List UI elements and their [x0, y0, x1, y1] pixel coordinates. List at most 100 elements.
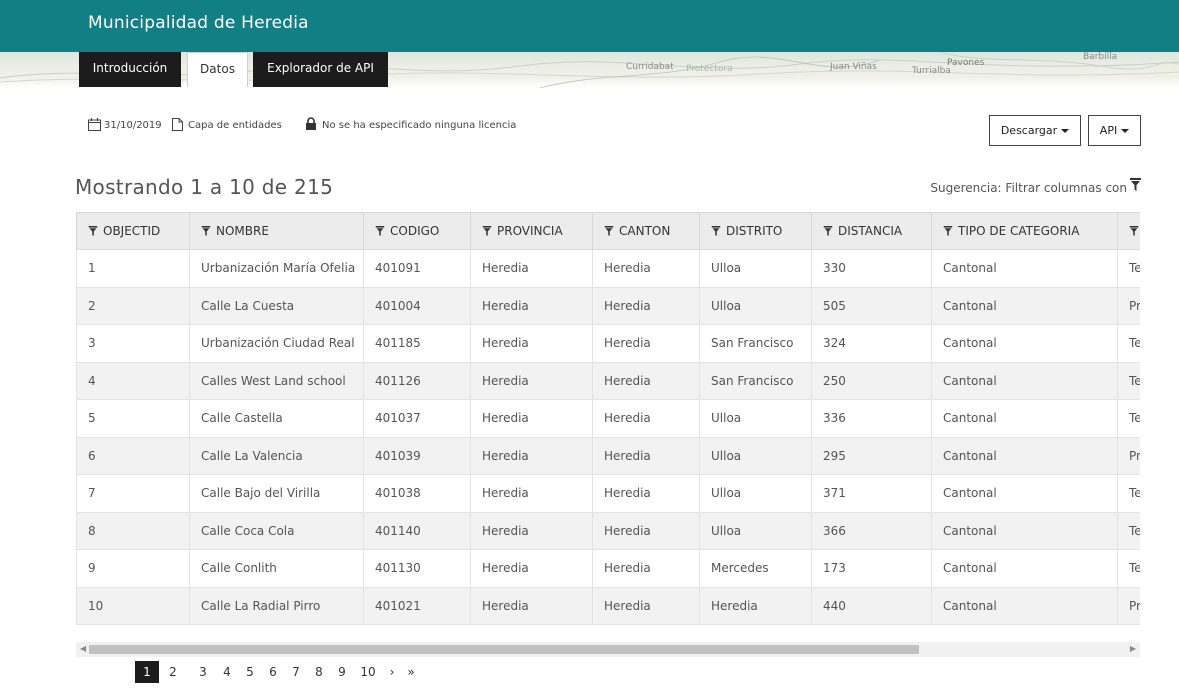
scroll-left-icon[interactable]: ◀: [80, 644, 86, 653]
cell-j: Terc: [1117, 324, 1140, 363]
page-link[interactable]: 7: [291, 661, 301, 683]
table-row[interactable]: 9 Calle Conlith 401130 Heredia Heredia Merced…: [76, 549, 1140, 588]
page-link[interactable]: 6: [268, 661, 278, 683]
map-label: Barbilla: [1083, 52, 1118, 62]
cell-distrito: Ulloa: [699, 511, 812, 550]
site-header: Municipalidad de Heredia: [0, 0, 1179, 52]
table-row[interactable]: 4 Calles West Land school 401126 Heredia Her…: [76, 361, 1140, 400]
page-link[interactable]: 4: [222, 661, 232, 683]
cell-provincia: Heredia: [470, 586, 593, 625]
column-header-label: PROVINCIA: [497, 224, 563, 238]
filter-icon[interactable]: [375, 226, 385, 236]
cell-provincia: Heredia: [470, 511, 593, 550]
column-header-label: OBJECTID: [103, 224, 161, 238]
column-header-label: TIPO DE CATEGORIA: [958, 224, 1080, 238]
cell-tipo-categoria: Cantonal: [931, 361, 1118, 400]
filter-icon[interactable]: [604, 226, 614, 236]
table-row[interactable]: 1 Urbanización María Ofelia 401091 Heredia H…: [76, 249, 1140, 288]
download-button[interactable]: Descargar: [989, 115, 1081, 146]
api-button-label: API: [1099, 124, 1118, 137]
api-button[interactable]: API: [1088, 115, 1141, 146]
cell-canton: Heredia: [592, 511, 700, 550]
table-row[interactable]: 8 Calle Coca Cola 401140 Heredia Heredia Ullo…: [76, 511, 1140, 550]
cell-nombre: Calle Coca Cola: [189, 511, 364, 550]
cell-nombre: Calle Bajo del Virilla: [189, 474, 364, 513]
last-page-link[interactable]: »: [406, 661, 416, 683]
column-header[interactable]: TIPO DE CATEGORIA: [931, 212, 1118, 250]
tab-introduccion[interactable]: Introducción: [79, 52, 181, 87]
filter-icon[interactable]: [88, 226, 98, 236]
filter-icon[interactable]: [201, 226, 211, 236]
cell-distrito: San Francisco: [699, 361, 812, 400]
table-row[interactable]: 6 Calle La Valencia 401039 Heredia Heredia Ul…: [76, 436, 1140, 475]
table-row[interactable]: 5 Calle Castella 401037 Heredia Heredia Ulloa…: [76, 399, 1140, 438]
cell-j: Prim: [1117, 286, 1140, 325]
results-count: Mostrando 1 a 10 de 215: [75, 175, 334, 199]
page-link[interactable]: 8: [314, 661, 324, 683]
cell-objectid: 3: [76, 324, 190, 363]
cell-j: Prim: [1117, 436, 1140, 475]
cell-codigo: 401140: [363, 511, 471, 550]
tab-explorador-api[interactable]: Explorador de API: [253, 52, 388, 87]
column-header[interactable]: CODIGO: [363, 212, 471, 250]
column-header[interactable]: DISTANCIA: [811, 212, 932, 250]
cell-objectid: 2: [76, 286, 190, 325]
table-row[interactable]: 2 Calle La Cuesta 401004 Heredia Heredia Ullo…: [76, 286, 1140, 325]
meta-license: No se ha especificado ninguna licencia: [322, 120, 517, 131]
column-header[interactable]: J: [1117, 212, 1140, 250]
next-page-link[interactable]: ›: [387, 661, 397, 683]
cell-provincia: Heredia: [470, 324, 593, 363]
cell-tipo-categoria: Cantonal: [931, 474, 1118, 513]
cell-canton: Heredia: [592, 474, 700, 513]
horizontal-scrollbar[interactable]: ◀ ▶: [76, 642, 1140, 657]
cell-j: Prim: [1117, 586, 1140, 625]
cell-objectid: 10: [76, 586, 190, 625]
cell-distancia: 366: [811, 511, 932, 550]
page-link[interactable]: 2: [168, 661, 178, 683]
site-title[interactable]: Municipalidad de Heredia: [88, 13, 309, 33]
cell-canton: Heredia: [592, 286, 700, 325]
column-header-label: DISTANCIA: [838, 224, 903, 238]
lock-icon: [306, 117, 316, 130]
table-row[interactable]: 7 Calle Bajo del Virilla 401038 Heredia Here…: [76, 474, 1140, 513]
cell-nombre: Calle Conlith: [189, 549, 364, 588]
filter-icon[interactable]: [482, 226, 492, 236]
cell-j: Terc: [1117, 549, 1140, 588]
filter-icon[interactable]: [823, 226, 833, 236]
page-link[interactable]: 5: [245, 661, 255, 683]
table-row[interactable]: 3 Urbanización Ciudad Real 401185 Heredia He…: [76, 324, 1140, 363]
filter-icon: [1130, 178, 1141, 191]
filter-icon[interactable]: [711, 226, 721, 236]
cell-tipo-categoria: Cantonal: [931, 511, 1118, 550]
calendar-icon: [88, 118, 101, 131]
cell-distrito: Ulloa: [699, 286, 812, 325]
scroll-right-icon[interactable]: ▶: [1130, 644, 1136, 653]
column-header[interactable]: PROVINCIA: [470, 212, 593, 250]
page-link-current[interactable]: 1: [135, 661, 159, 683]
cell-canton: Heredia: [592, 399, 700, 438]
cell-tipo-categoria: Cantonal: [931, 249, 1118, 288]
cell-j: Terc: [1117, 361, 1140, 400]
cell-canton: Heredia: [592, 586, 700, 625]
table-row[interactable]: 10 Calle La Radial Pirro 401021 Heredia Here…: [76, 586, 1140, 625]
map-label: Protectora: [686, 64, 733, 74]
data-table: OBJECTID NOMBRE CODIGO PROVINCIA CANTON …: [76, 212, 1140, 625]
cell-objectid: 1: [76, 249, 190, 288]
column-header[interactable]: OBJECTID: [76, 212, 190, 250]
cell-provincia: Heredia: [470, 436, 593, 475]
filter-icon[interactable]: [1129, 226, 1139, 236]
scrollbar-thumb[interactable]: [89, 645, 919, 654]
column-header[interactable]: DISTRITO: [699, 212, 812, 250]
tab-datos[interactable]: Datos: [187, 52, 248, 87]
cell-distrito: Ulloa: [699, 474, 812, 513]
cell-codigo: 401039: [363, 436, 471, 475]
column-header-label: NOMBRE: [216, 224, 269, 238]
column-header[interactable]: NOMBRE: [189, 212, 364, 250]
column-header[interactable]: CANTON: [592, 212, 700, 250]
page-link[interactable]: 10: [359, 661, 377, 683]
page-link[interactable]: 3: [198, 661, 208, 683]
cell-codigo: 401130: [363, 549, 471, 588]
page-link[interactable]: 9: [337, 661, 347, 683]
filter-icon[interactable]: [943, 226, 953, 236]
cell-canton: Heredia: [592, 436, 700, 475]
